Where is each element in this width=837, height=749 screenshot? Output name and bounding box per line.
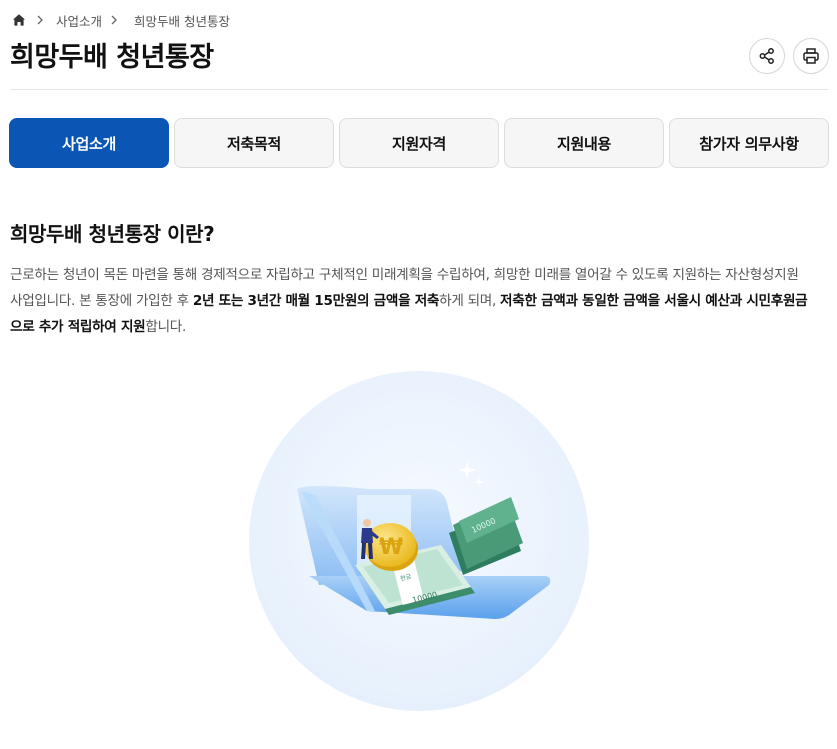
home-icon[interactable] xyxy=(12,13,26,27)
print-button[interactable] xyxy=(793,38,829,74)
desc-emphasis-1: 2년 또는 3년간 매월 15만원의 금액을 저축 xyxy=(192,293,440,309)
chevron-right-icon xyxy=(111,15,117,25)
page-title: 희망두배 청년통장 xyxy=(10,42,214,73)
share-icon xyxy=(759,48,774,64)
breadcrumb: 사업소개 희망두배 청년통장 xyxy=(12,10,230,30)
tab-obligations[interactable]: 참가자 의무사항 xyxy=(669,118,829,168)
tab-support[interactable]: 지원내용 xyxy=(504,118,664,168)
savings-illustration: 10000 현금 10000 ₩ xyxy=(249,371,589,711)
breadcrumb-current: 희망두배 청년통장 xyxy=(134,13,230,29)
chevron-right-icon xyxy=(37,15,43,25)
share-button[interactable] xyxy=(749,38,785,74)
desc-text-2: 하게 되며, xyxy=(439,293,501,309)
print-icon xyxy=(803,48,819,64)
section-heading: 희망두배 청년통장 이란? xyxy=(10,222,215,246)
desc-text-3: 합니다. xyxy=(145,319,187,335)
tab-intro[interactable]: 사업소개 xyxy=(9,118,169,168)
tab-bar: 사업소개 저축목적 지원자격 지원내용 참가자 의무사항 xyxy=(9,118,829,168)
tab-eligibility[interactable]: 지원자격 xyxy=(339,118,499,168)
tab-purpose[interactable]: 저축목적 xyxy=(174,118,334,168)
coin-symbol: ₩ xyxy=(379,535,403,560)
section-description: 근로하는 청년이 목돈 마련을 통해 경제적으로 자립하고 구체적인 미래계획을… xyxy=(10,262,810,340)
breadcrumb-link-intro[interactable]: 사업소개 xyxy=(56,11,102,30)
title-divider xyxy=(10,89,828,90)
